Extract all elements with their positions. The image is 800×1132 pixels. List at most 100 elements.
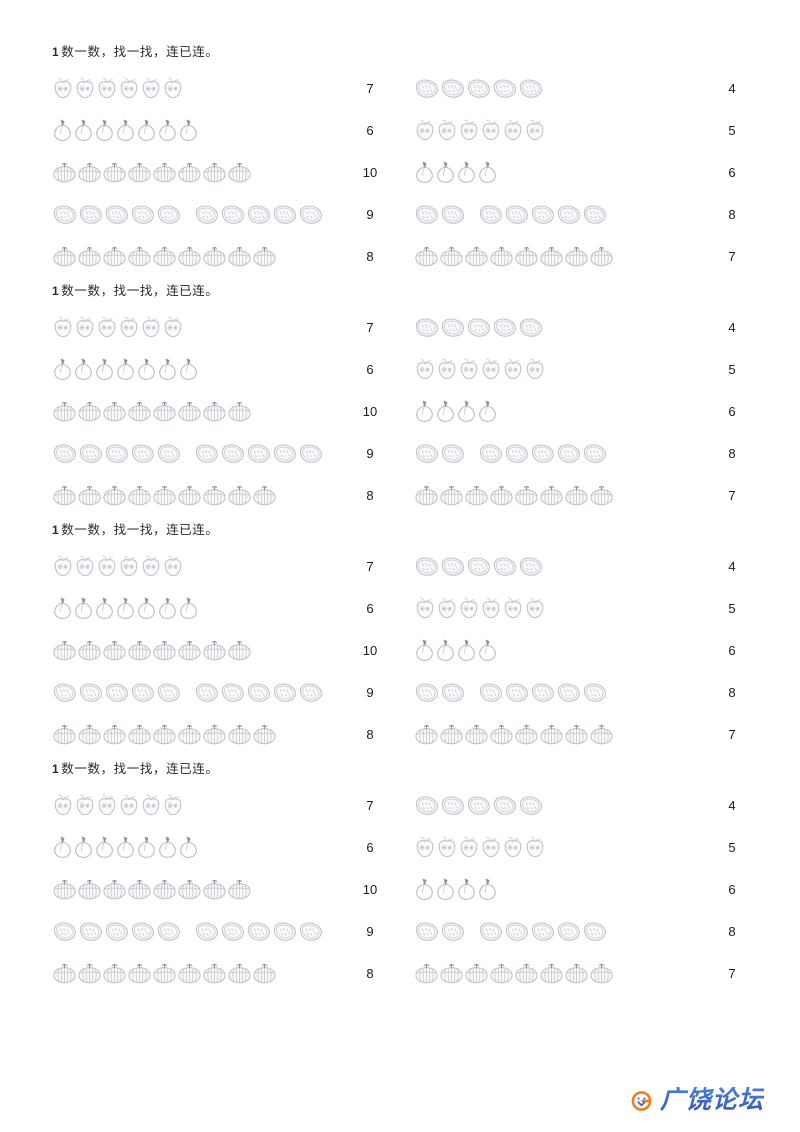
pumpkin-icon [77, 400, 102, 422]
count-row: 7 [48, 306, 398, 348]
pumpkin-icon [464, 245, 489, 267]
answer-number[interactable]: 10 [342, 643, 398, 658]
icon-group-pumpkin [48, 390, 338, 432]
pumpkin-icon [439, 723, 464, 745]
apple-icon [118, 315, 140, 339]
answer-number[interactable]: 5 [704, 601, 760, 616]
answer-number[interactable]: 6 [342, 123, 398, 138]
pumpkin-icon [77, 484, 102, 506]
answer-number[interactable]: 5 [704, 123, 760, 138]
answer-number[interactable]: 4 [704, 798, 760, 813]
answer-number[interactable]: 4 [704, 320, 760, 335]
icon-group-apple [48, 306, 338, 348]
pumpkin-icon [177, 400, 202, 422]
watermelon-slice-icon [492, 77, 518, 100]
answer-number[interactable]: 9 [342, 207, 398, 222]
answer-number[interactable]: 7 [342, 798, 398, 813]
icon-group-pumpkin [410, 235, 700, 277]
watermelon-slice-icon [518, 794, 544, 817]
count-row: 8 [410, 432, 760, 474]
answer-number[interactable]: 8 [704, 446, 760, 461]
answer-number[interactable]: 9 [342, 685, 398, 700]
watermelon-slice-icon [194, 442, 220, 465]
apple-icon [502, 835, 524, 859]
apple-icon [74, 315, 96, 339]
count-row: 4 [410, 67, 760, 109]
watermelon-slice-icon [220, 442, 246, 465]
answer-number[interactable]: 10 [342, 165, 398, 180]
answer-number[interactable]: 6 [342, 840, 398, 855]
apple-icon [436, 118, 458, 142]
answer-number[interactable]: 8 [704, 685, 760, 700]
apple-icon [414, 357, 436, 381]
watermelon-slice-icon [530, 203, 556, 226]
answer-number[interactable]: 9 [342, 924, 398, 939]
answer-number[interactable]: 6 [704, 165, 760, 180]
answer-number[interactable]: 5 [704, 362, 760, 377]
answer-number[interactable]: 9 [342, 446, 398, 461]
answer-number[interactable]: 7 [704, 727, 760, 742]
count-row: 10 [48, 868, 398, 910]
icon-group-melon [410, 67, 700, 109]
answer-number[interactable]: 8 [342, 488, 398, 503]
count-row: 8 [410, 910, 760, 952]
pumpkin-icon [77, 723, 102, 745]
onion-icon [136, 118, 157, 142]
onion-icon [52, 357, 73, 381]
answer-number[interactable]: 5 [704, 840, 760, 855]
answer-number[interactable]: 8 [704, 207, 760, 222]
watermelon-slice-icon [518, 316, 544, 339]
pumpkin-icon [177, 878, 202, 900]
answer-number[interactable]: 8 [342, 249, 398, 264]
pumpkin-icon [514, 962, 539, 984]
onion-icon [157, 596, 178, 620]
answer-number[interactable]: 6 [342, 601, 398, 616]
count-row: 5 [410, 348, 760, 390]
answer-number[interactable]: 10 [342, 882, 398, 897]
onion-icon [178, 357, 199, 381]
answer-number[interactable]: 8 [704, 924, 760, 939]
pumpkin-icon [489, 962, 514, 984]
answer-number[interactable]: 8 [342, 727, 398, 742]
answer-number[interactable]: 7 [704, 966, 760, 981]
watermelon-slice-icon [130, 203, 156, 226]
answer-number[interactable]: 7 [342, 81, 398, 96]
apple-icon [524, 357, 546, 381]
watermelon-slice-icon [504, 442, 530, 465]
pumpkin-icon [202, 962, 227, 984]
answer-number[interactable]: 7 [342, 559, 398, 574]
watermelon-slice-icon [414, 794, 440, 817]
pumpkin-icon [77, 161, 102, 183]
pumpkin-icon [127, 878, 152, 900]
answer-number[interactable]: 4 [704, 81, 760, 96]
pumpkin-icon [102, 161, 127, 183]
icon-group-apple [410, 587, 700, 629]
onion-icon [157, 357, 178, 381]
apple-icon [414, 835, 436, 859]
answer-number[interactable]: 4 [704, 559, 760, 574]
pumpkin-icon [489, 484, 514, 506]
apple-icon [458, 357, 480, 381]
watermelon-slice-icon [478, 920, 504, 943]
answer-number[interactable]: 8 [342, 966, 398, 981]
answer-number[interactable]: 6 [704, 882, 760, 897]
watermelon-slice-icon [556, 442, 582, 465]
answer-number[interactable]: 6 [342, 362, 398, 377]
answer-number[interactable]: 10 [342, 404, 398, 419]
answer-number[interactable]: 7 [704, 249, 760, 264]
watermelon-slice-icon [272, 442, 298, 465]
watermelon-slice-icon [530, 442, 556, 465]
pumpkin-icon [589, 962, 614, 984]
answer-number[interactable]: 7 [704, 488, 760, 503]
pumpkin-icon [52, 962, 77, 984]
answer-number[interactable]: 6 [704, 404, 760, 419]
icon-group-melon [48, 193, 338, 235]
apple-icon [96, 315, 118, 339]
answer-number[interactable]: 7 [342, 320, 398, 335]
count-row: 7 [410, 713, 760, 755]
count-row: 5 [410, 587, 760, 629]
block-columns: 7 6 10 9 8 4 5 6 8 7 [48, 545, 752, 755]
watermelon-slice-icon [246, 920, 272, 943]
count-row: 6 [410, 151, 760, 193]
answer-number[interactable]: 6 [704, 643, 760, 658]
